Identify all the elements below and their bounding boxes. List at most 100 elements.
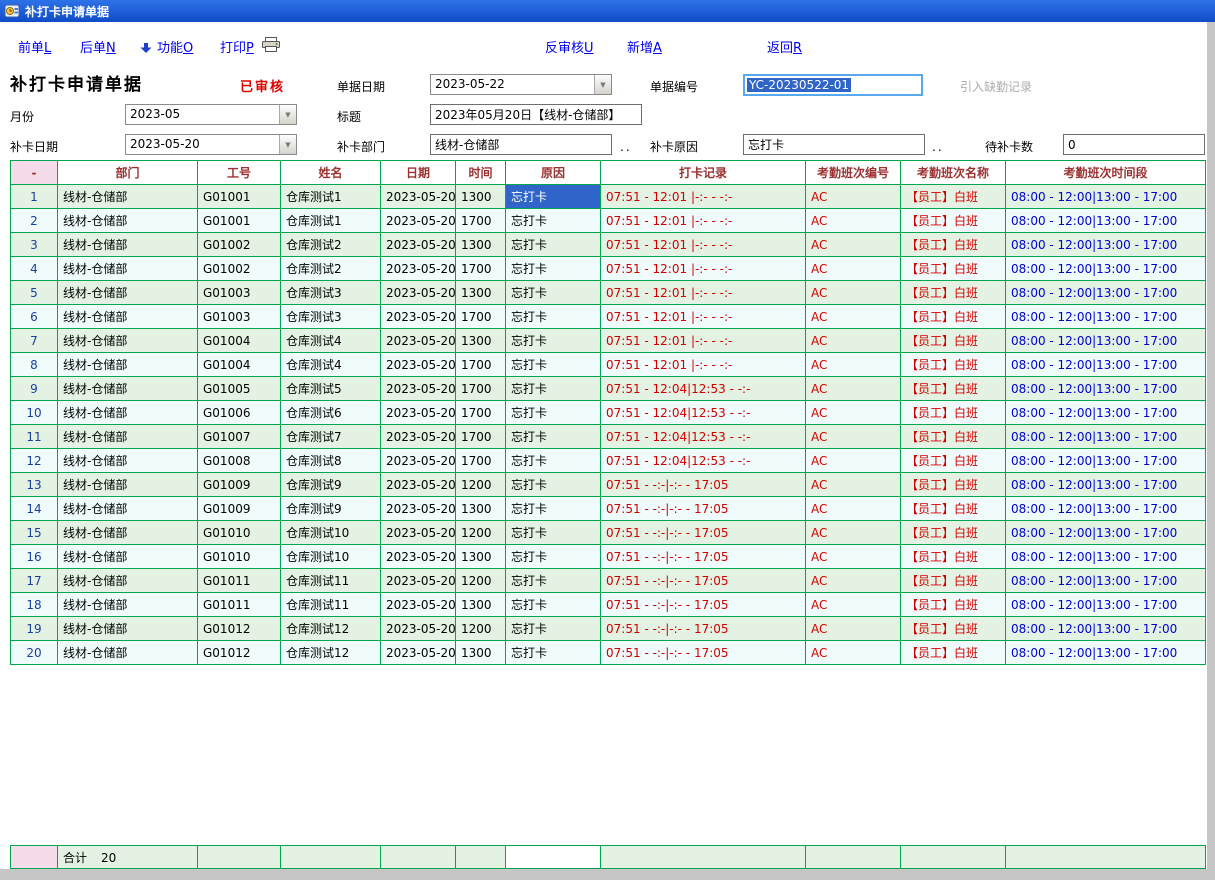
cell-date[interactable]: 2023-05-20 [381,185,456,209]
cell-row-number[interactable]: 7 [11,329,58,353]
cell-shift-name[interactable]: 【员工】白班 [901,257,1006,281]
cell-row-number[interactable]: 13 [11,473,58,497]
doc-no-field[interactable]: YC-20230522-01 [743,74,923,96]
cell-employee-id[interactable]: G01009 [198,497,281,521]
cell-reason[interactable]: 忘打卡 [506,401,601,425]
reason-browse-button[interactable]: .. [932,140,944,154]
cell-shift-period[interactable]: 08:00 - 12:00|13:00 - 17:00 [1006,521,1206,545]
cell-time[interactable]: 1700 [456,377,506,401]
cell-time[interactable]: 1700 [456,425,506,449]
table-row[interactable]: 9 线材-仓储部 G01005 仓库测试5 2023-05-20 1700 忘打… [11,377,1206,401]
cell-date[interactable]: 2023-05-20 [381,401,456,425]
cell-employee-id[interactable]: G01007 [198,425,281,449]
cell-employee-id[interactable]: G01012 [198,641,281,665]
month-combobox[interactable]: 2023-05 ▼ [125,104,297,125]
cell-department[interactable]: 线材-仓储部 [58,377,198,401]
table-row[interactable]: 13 线材-仓储部 G01009 仓库测试9 2023-05-20 1200 忘… [11,473,1206,497]
cell-reason[interactable]: 忘打卡 [506,569,601,593]
cell-date[interactable]: 2023-05-20 [381,617,456,641]
cell-name[interactable]: 仓库测试8 [281,449,381,473]
cell-department[interactable]: 线材-仓储部 [58,545,198,569]
table-row[interactable]: 11 线材-仓储部 G01007 仓库测试7 2023-05-20 1700 忘… [11,425,1206,449]
cell-row-number[interactable]: 17 [11,569,58,593]
cell-reason[interactable]: 忘打卡 [506,281,601,305]
cell-employee-id[interactable]: G01008 [198,449,281,473]
cell-shift-name[interactable]: 【员工】白班 [901,377,1006,401]
cell-department[interactable]: 线材-仓储部 [58,617,198,641]
next-doc-button[interactable]: 后单N [80,37,116,56]
pending-count-input[interactable] [1063,134,1205,155]
cell-date[interactable]: 2023-05-20 [381,305,456,329]
cell-reason[interactable]: 忘打卡 [506,641,601,665]
cell-reason[interactable]: 忘打卡 [506,233,601,257]
cell-date[interactable]: 2023-05-20 [381,257,456,281]
cell-punch-record[interactable]: 07:51 - 12:04|12:53 - -:- [601,377,806,401]
cell-shift-name[interactable]: 【员工】白班 [901,305,1006,329]
add-new-button[interactable]: 新增A [627,37,662,56]
cell-punch-record[interactable]: 07:51 - -:-|-:- - 17:05 [601,473,806,497]
cell-department[interactable]: 线材-仓储部 [58,521,198,545]
cell-name[interactable]: 仓库测试6 [281,401,381,425]
cell-shift-period[interactable]: 08:00 - 12:00|13:00 - 17:00 [1006,353,1206,377]
cell-employee-id[interactable]: G01002 [198,257,281,281]
printer-icon[interactable] [262,37,280,56]
table-row[interactable]: 12 线材-仓储部 G01008 仓库测试8 2023-05-20 1700 忘… [11,449,1206,473]
cell-shift-code[interactable]: AC [806,209,901,233]
cell-date[interactable]: 2023-05-20 [381,521,456,545]
cell-date[interactable]: 2023-05-20 [381,641,456,665]
cell-department[interactable]: 线材-仓储部 [58,185,198,209]
cell-name[interactable]: 仓库测试1 [281,185,381,209]
cell-shift-period[interactable]: 08:00 - 12:00|13:00 - 17:00 [1006,233,1206,257]
cell-reason[interactable]: 忘打卡 [506,377,601,401]
cell-department[interactable]: 线材-仓储部 [58,305,198,329]
cell-shift-code[interactable]: AC [806,401,901,425]
cell-shift-name[interactable]: 【员工】白班 [901,185,1006,209]
cell-time[interactable]: 1700 [456,449,506,473]
cell-shift-code[interactable]: AC [806,353,901,377]
cell-time[interactable]: 1700 [456,353,506,377]
cell-name[interactable]: 仓库测试12 [281,617,381,641]
cell-date[interactable]: 2023-05-20 [381,449,456,473]
table-row[interactable]: 4 线材-仓储部 G01002 仓库测试2 2023-05-20 1700 忘打… [11,257,1206,281]
cell-row-number[interactable]: 15 [11,521,58,545]
cell-punch-record[interactable]: 07:51 - -:-|-:- - 17:05 [601,521,806,545]
doc-date-dropdown-icon[interactable]: ▼ [594,75,611,94]
cell-employee-id[interactable]: G01001 [198,209,281,233]
cell-date[interactable]: 2023-05-20 [381,545,456,569]
cell-shift-name[interactable]: 【员工】白班 [901,209,1006,233]
cell-shift-period[interactable]: 08:00 - 12:00|13:00 - 17:00 [1006,425,1206,449]
cell-department[interactable]: 线材-仓储部 [58,233,198,257]
cell-employee-id[interactable]: G01011 [198,593,281,617]
cell-shift-period[interactable]: 08:00 - 12:00|13:00 - 17:00 [1006,641,1206,665]
cell-shift-code[interactable]: AC [806,569,901,593]
cell-time[interactable]: 1200 [456,521,506,545]
cell-employee-id[interactable]: G01001 [198,185,281,209]
cell-reason[interactable]: 忘打卡 [506,353,601,377]
cell-time[interactable]: 1300 [456,329,506,353]
cell-name[interactable]: 仓库测试7 [281,425,381,449]
cell-department[interactable]: 线材-仓储部 [58,425,198,449]
table-row[interactable]: 17 线材-仓储部 G01011 仓库测试11 2023-05-20 1200 … [11,569,1206,593]
cell-department[interactable]: 线材-仓储部 [58,449,198,473]
cell-punch-record[interactable]: 07:51 - -:-|-:- - 17:05 [601,617,806,641]
cell-shift-name[interactable]: 【员工】白班 [901,473,1006,497]
cell-shift-code[interactable]: AC [806,473,901,497]
cell-punch-record[interactable]: 07:51 - 12:01 |-:- - -:- [601,329,806,353]
cell-shift-name[interactable]: 【员工】白班 [901,569,1006,593]
cell-shift-name[interactable]: 【员工】白班 [901,521,1006,545]
cell-shift-code[interactable]: AC [806,449,901,473]
cell-shift-name[interactable]: 【员工】白班 [901,641,1006,665]
cell-employee-id[interactable]: G01002 [198,233,281,257]
table-row[interactable]: 20 线材-仓储部 G01012 仓库测试12 2023-05-20 1300 … [11,641,1206,665]
cell-shift-code[interactable]: AC [806,281,901,305]
cell-row-number[interactable]: 10 [11,401,58,425]
unapprove-button[interactable]: 反审核U [545,37,594,56]
cell-department[interactable]: 线材-仓储部 [58,641,198,665]
cell-row-number[interactable]: 2 [11,209,58,233]
cell-shift-period[interactable]: 08:00 - 12:00|13:00 - 17:00 [1006,209,1206,233]
table-row[interactable]: 3 线材-仓储部 G01002 仓库测试2 2023-05-20 1300 忘打… [11,233,1206,257]
cell-reason[interactable]: 忘打卡 [506,425,601,449]
cell-name[interactable]: 仓库测试2 [281,233,381,257]
cell-employee-id[interactable]: G01009 [198,473,281,497]
table-row[interactable]: 18 线材-仓储部 G01011 仓库测试11 2023-05-20 1300 … [11,593,1206,617]
